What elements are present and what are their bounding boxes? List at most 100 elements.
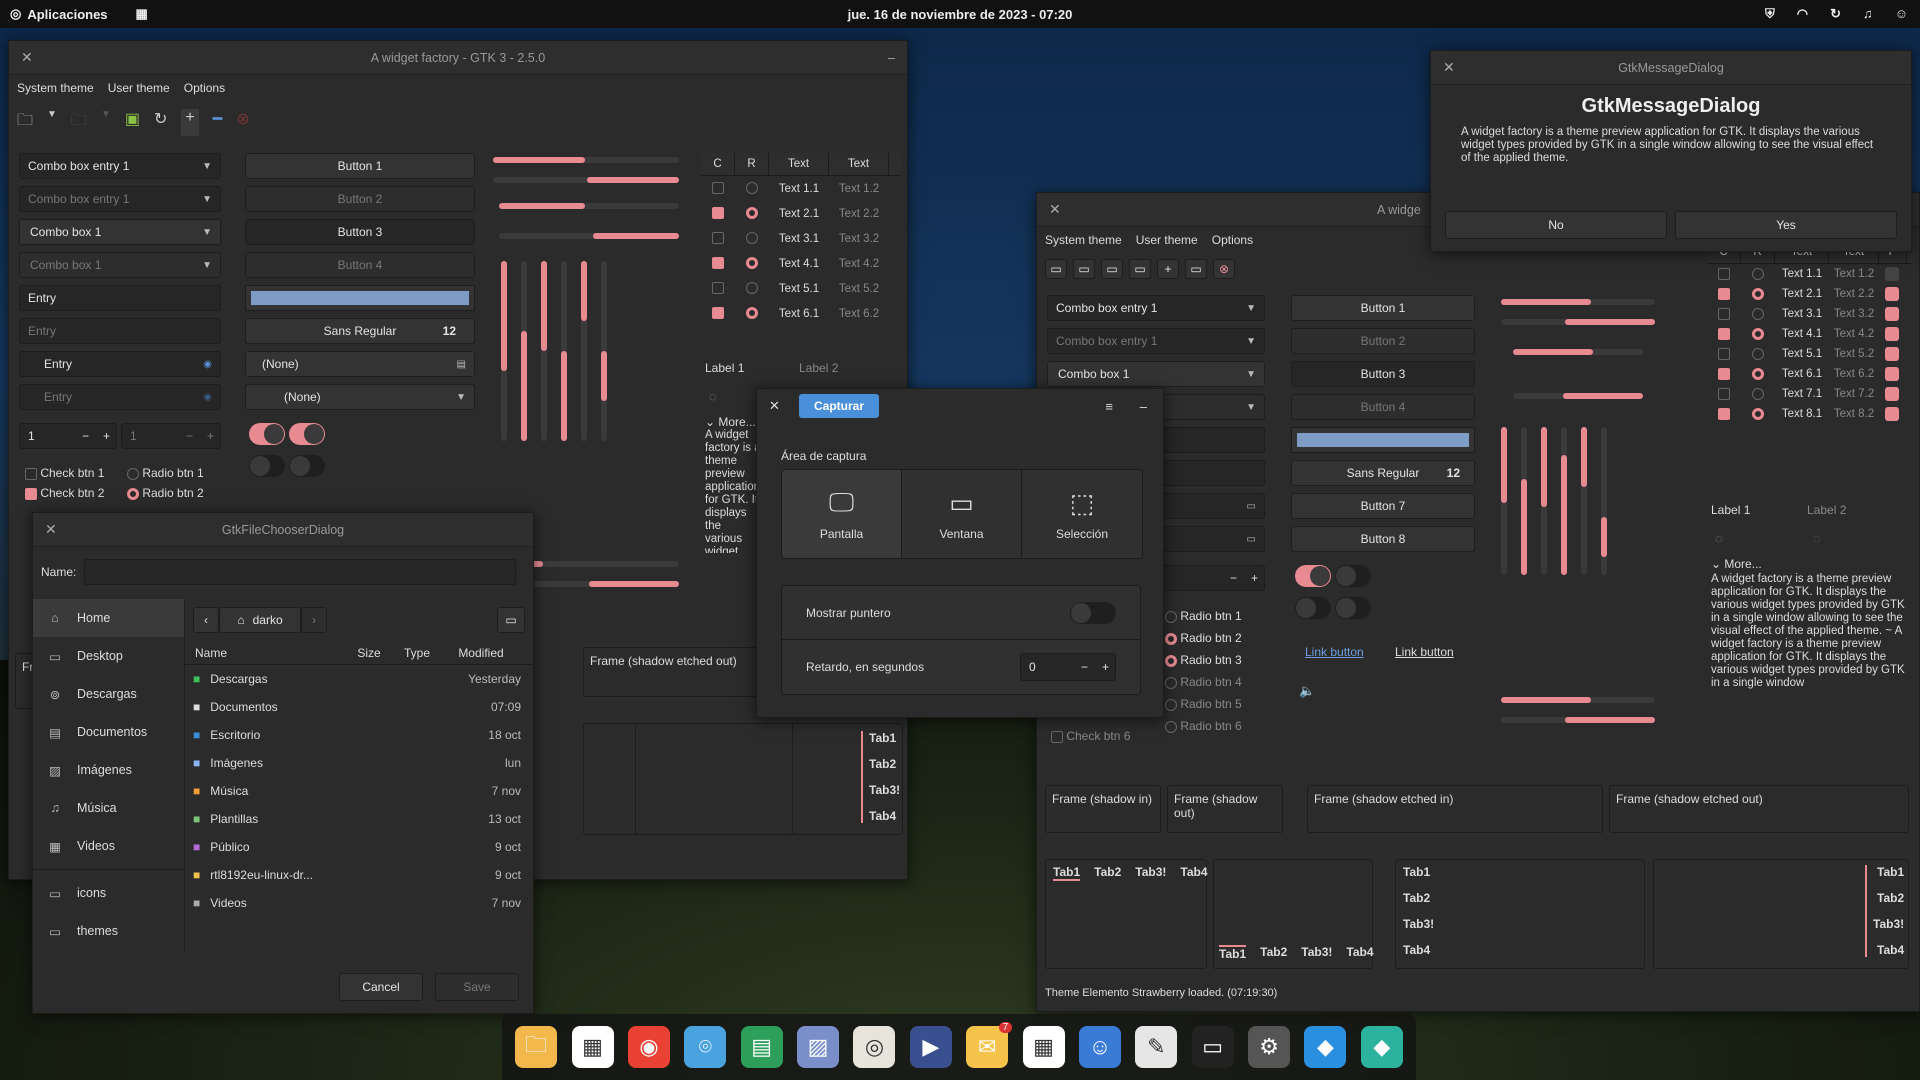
check-btn-2[interactable]: Check btn 2	[25, 486, 104, 500]
row-checkbox[interactable]	[1718, 267, 1730, 280]
new-folder-button[interactable]: ▭	[497, 607, 525, 633]
tab-4[interactable]: Tab4	[1180, 865, 1207, 881]
tab-3[interactable]: Tab3!	[869, 783, 900, 797]
tab-2[interactable]: Tab2	[1873, 891, 1904, 905]
close-icon[interactable]: ✕	[769, 398, 780, 414]
place-themes[interactable]: ▭ themes	[33, 912, 184, 950]
color-button[interactable]	[245, 285, 475, 311]
switch-on[interactable]	[1295, 565, 1331, 587]
entry-3-icons[interactable]: Entry ◉	[19, 351, 221, 377]
close-icon[interactable]: ✕	[1049, 201, 1061, 218]
chevron-down-icon[interactable]: ▼	[47, 109, 57, 136]
menu-system-theme[interactable]: System theme	[1045, 233, 1122, 247]
close-icon[interactable]: ✕	[45, 521, 57, 538]
text-editor-icon[interactable]: ✎	[1135, 1026, 1178, 1068]
tab-1[interactable]: Tab1	[1403, 865, 1434, 879]
header-c[interactable]: C	[701, 153, 735, 175]
font-button[interactable]: Sans Regular 12	[245, 318, 475, 344]
slider-h-2[interactable]	[1501, 319, 1655, 325]
row-checkbox[interactable]	[1718, 287, 1730, 300]
radio-btn-1[interactable]: Radio btn 1	[127, 466, 204, 480]
clock[interactable]: jue. 16 de noviembre de 2023 - 07:20	[848, 7, 1073, 22]
mode-screen[interactable]: 🖵 Pantalla	[782, 470, 902, 558]
spin-button-1[interactable]: 1− +	[19, 423, 117, 449]
table-row[interactable]: Text 6.1 Text 6.2	[701, 301, 901, 326]
minimize-icon[interactable]: –	[888, 51, 895, 65]
checkbox[interactable]	[25, 487, 37, 500]
header-text-2[interactable]: Text	[829, 153, 889, 175]
table-row[interactable]: Text 2.1 Text 2.2	[1707, 284, 1913, 304]
switch-on[interactable]	[249, 423, 285, 445]
row-checkbox[interactable]	[712, 232, 724, 245]
screenshot-icon[interactable]: ⌾	[684, 1026, 727, 1068]
file-row[interactable]: ■ Plantillas 13 oct	[185, 805, 533, 833]
table-row[interactable]: Text 4.1 Text 4.2	[701, 251, 901, 276]
file-row[interactable]: ■ Descargas Yesterday	[185, 665, 533, 693]
header-text-1[interactable]: Text	[769, 153, 829, 175]
spin-button[interactable]: 1−+	[1147, 565, 1265, 591]
close-icon[interactable]: ✕	[1443, 59, 1455, 76]
row-radio[interactable]	[1752, 387, 1764, 400]
place-music[interactable]: ♫ Música	[33, 789, 184, 827]
slider-v-3[interactable]	[1541, 427, 1547, 575]
slider-h-2[interactable]	[493, 177, 679, 183]
video-player-icon[interactable]: ▶	[909, 1026, 952, 1068]
row-radio[interactable]	[1752, 347, 1764, 360]
speaker-icon[interactable]: ◎	[853, 1026, 896, 1068]
radio[interactable]	[1165, 632, 1177, 645]
tab-4[interactable]: Tab4	[1403, 943, 1434, 957]
mail-icon[interactable]: ✉ 7	[966, 1022, 1013, 1068]
slider-h-4[interactable]	[1513, 393, 1643, 399]
button-8[interactable]: Button 8	[1291, 526, 1475, 552]
row-radio[interactable]	[1752, 287, 1764, 300]
row-radio[interactable]	[1752, 267, 1764, 280]
button-3[interactable]: Button 3	[245, 219, 475, 245]
path-crumb-home[interactable]: ⌂ darko	[219, 607, 301, 633]
radio-btn-5[interactable]: Radio btn 5	[1165, 697, 1242, 711]
row-radio[interactable]	[1752, 407, 1764, 420]
check-btn-1[interactable]: Check btn 1	[25, 466, 104, 480]
link-button-1[interactable]: Link button	[1305, 645, 1364, 659]
place-videos[interactable]: ▦ Videos	[33, 827, 184, 865]
sync-icon[interactable]: ↻	[1830, 6, 1841, 22]
spreadsheet-icon[interactable]: ▤	[740, 1026, 783, 1068]
check-btn-6[interactable]: Check btn 6	[1051, 729, 1130, 743]
table-row[interactable]: Text 3.1 Text 3.2	[1707, 304, 1913, 324]
col-name[interactable]: Name	[185, 646, 345, 660]
cancel-button[interactable]: Cancel	[339, 973, 423, 1001]
col-type[interactable]: Type	[393, 646, 441, 660]
applications-menu[interactable]: ◎ Aplicaciones ▦	[10, 6, 148, 22]
table-row[interactable]: Text 8.1 Text 8.2	[1707, 404, 1913, 424]
table-row[interactable]: Text 4.1 Text 4.2	[1707, 324, 1913, 344]
radio[interactable]	[1165, 676, 1177, 689]
store-icon[interactable]: ▦	[571, 1026, 614, 1068]
button-3[interactable]: Button 3	[1291, 361, 1475, 387]
place-documents[interactable]: ▤ Documentos	[33, 713, 184, 751]
row-checkbox[interactable]	[712, 207, 724, 220]
row-radio[interactable]	[746, 207, 758, 220]
slider-v-6[interactable]	[601, 261, 607, 441]
row-checkbox[interactable]	[1718, 387, 1730, 400]
radio[interactable]	[1165, 698, 1177, 711]
place-downloads[interactable]: ⊚ Descargas	[33, 675, 184, 713]
row-checkbox[interactable]	[1718, 367, 1730, 380]
slider-h-3[interactable]	[1513, 349, 1643, 355]
add-icon[interactable]: +	[181, 109, 199, 136]
place-desktop[interactable]: ▭ Desktop	[33, 637, 184, 675]
capture-button[interactable]: Capturar	[799, 394, 879, 418]
row-checkbox[interactable]	[1718, 327, 1730, 340]
save-icon[interactable]: ▣	[125, 109, 140, 136]
open-folder-icon[interactable]: 🗀	[17, 109, 33, 136]
radio[interactable]	[127, 467, 139, 480]
menu-options[interactable]: Options	[184, 81, 225, 95]
table-row[interactable]: Text 7.1 Text 7.2	[1707, 384, 1913, 404]
menu-user-theme[interactable]: User theme	[1136, 233, 1198, 247]
expander-more[interactable]: ⌄ More...	[1711, 557, 1762, 571]
table-row[interactable]: Text 6.1 Text 6.2	[1707, 364, 1913, 384]
file-row[interactable]: ■ Videos 7 nov	[185, 889, 533, 917]
file-row[interactable]: ■ Música 7 nov	[185, 777, 533, 805]
radio[interactable]	[127, 487, 139, 500]
delay-spin[interactable]: 0− +	[1020, 653, 1116, 681]
color-button[interactable]	[1291, 427, 1475, 453]
combo-box-1[interactable]: Combo box 1 ▼	[1047, 361, 1265, 387]
